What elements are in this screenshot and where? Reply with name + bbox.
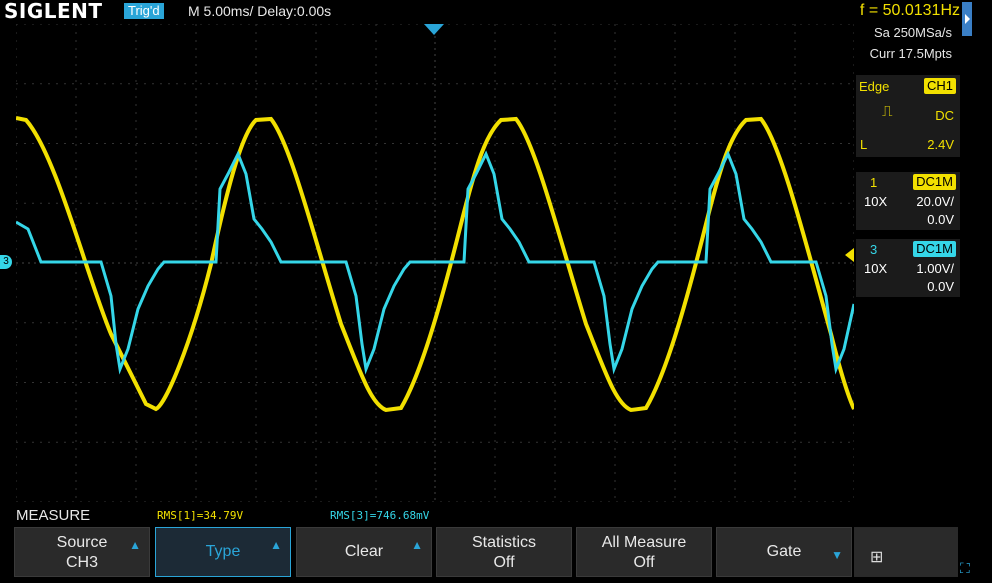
all-measure-softkey[interactable]: All Measure Off	[576, 527, 712, 577]
ch3-probe: 10X	[864, 261, 888, 276]
network-icon: ⊞	[870, 549, 884, 566]
measure-title: MEASURE	[16, 507, 91, 524]
ch3-scale: 1.00V/	[916, 261, 954, 276]
ch1-number: 1	[870, 175, 878, 190]
rms-ch1-readout: RMS[1]=34.79V	[157, 509, 244, 522]
fullscreen-icon[interactable]: ⛶	[960, 560, 970, 577]
ch3-info-panel[interactable]: 3 DC1M 10X 1.00V/ 0.0V	[856, 239, 960, 297]
brand-logo: SIGLENT	[4, 0, 103, 23]
up-arrow-icon: ▲	[270, 538, 282, 552]
ch1-offset: 0.0V	[927, 212, 954, 227]
up-arrow-icon: ▲	[129, 538, 141, 552]
ch1-probe: 10X	[864, 194, 888, 209]
trigger-position-marker[interactable]	[424, 24, 444, 35]
timebase-readout: M 5.00ms/ Delay:0.00s	[188, 3, 332, 19]
top-status-bar: SIGLENT Trig'd M 5.00ms/ Delay:0.00s f =…	[0, 0, 992, 36]
source-softkey[interactable]: Source CH3 ▲	[14, 527, 150, 577]
network-softkey[interactable]: ⊞	[854, 527, 958, 577]
ch1-scale: 20.0V/	[916, 194, 954, 209]
memory-depth: Curr 17.5Mpts	[869, 46, 952, 61]
up-arrow-icon: ▲	[411, 538, 423, 552]
ch3-offset-marker[interactable]: 3	[0, 255, 12, 269]
down-arrow-icon: ▼	[831, 548, 843, 562]
trigger-level-value: 2.4V	[927, 137, 954, 152]
acquisition-info: Sa 250MSa/s Curr 17.5Mpts	[856, 22, 960, 64]
gate-softkey[interactable]: Gate ▼	[716, 527, 852, 577]
statistics-softkey[interactable]: Statistics Off	[436, 527, 572, 577]
ch3-coupling-badge: DC1M	[913, 241, 956, 257]
frequency-counter: f = 50.0131Hz	[859, 2, 960, 19]
ch1-coupling-badge: DC1M	[913, 174, 956, 190]
rms-ch3-readout: RMS[3]=746.68mV	[330, 509, 430, 522]
rising-edge-icon: ⎍	[882, 103, 893, 120]
ch1-info-panel[interactable]: 1 DC1M 10X 20.0V/ 0.0V	[856, 172, 960, 230]
trigger-type: Edge	[859, 79, 890, 94]
trigger-coupling: DC	[935, 108, 954, 123]
clear-softkey[interactable]: Clear ▲	[296, 527, 432, 577]
trigger-level-label: L	[860, 137, 868, 152]
sample-rate: Sa 250MSa/s	[873, 25, 952, 40]
expand-menu-tab[interactable]	[962, 2, 972, 36]
trigger-status-badge: Trig'd	[124, 3, 164, 19]
trigger-level-marker[interactable]	[845, 248, 854, 262]
ch3-offset: 0.0V	[927, 279, 954, 294]
trigger-source-badge: CH1	[923, 78, 956, 94]
ch3-number: 3	[870, 242, 878, 257]
type-softkey[interactable]: Type ▲	[155, 527, 291, 577]
trigger-panel[interactable]: Edge CH1 ⎍ DC L 2.4V	[856, 75, 960, 157]
waveform-display	[16, 24, 854, 502]
